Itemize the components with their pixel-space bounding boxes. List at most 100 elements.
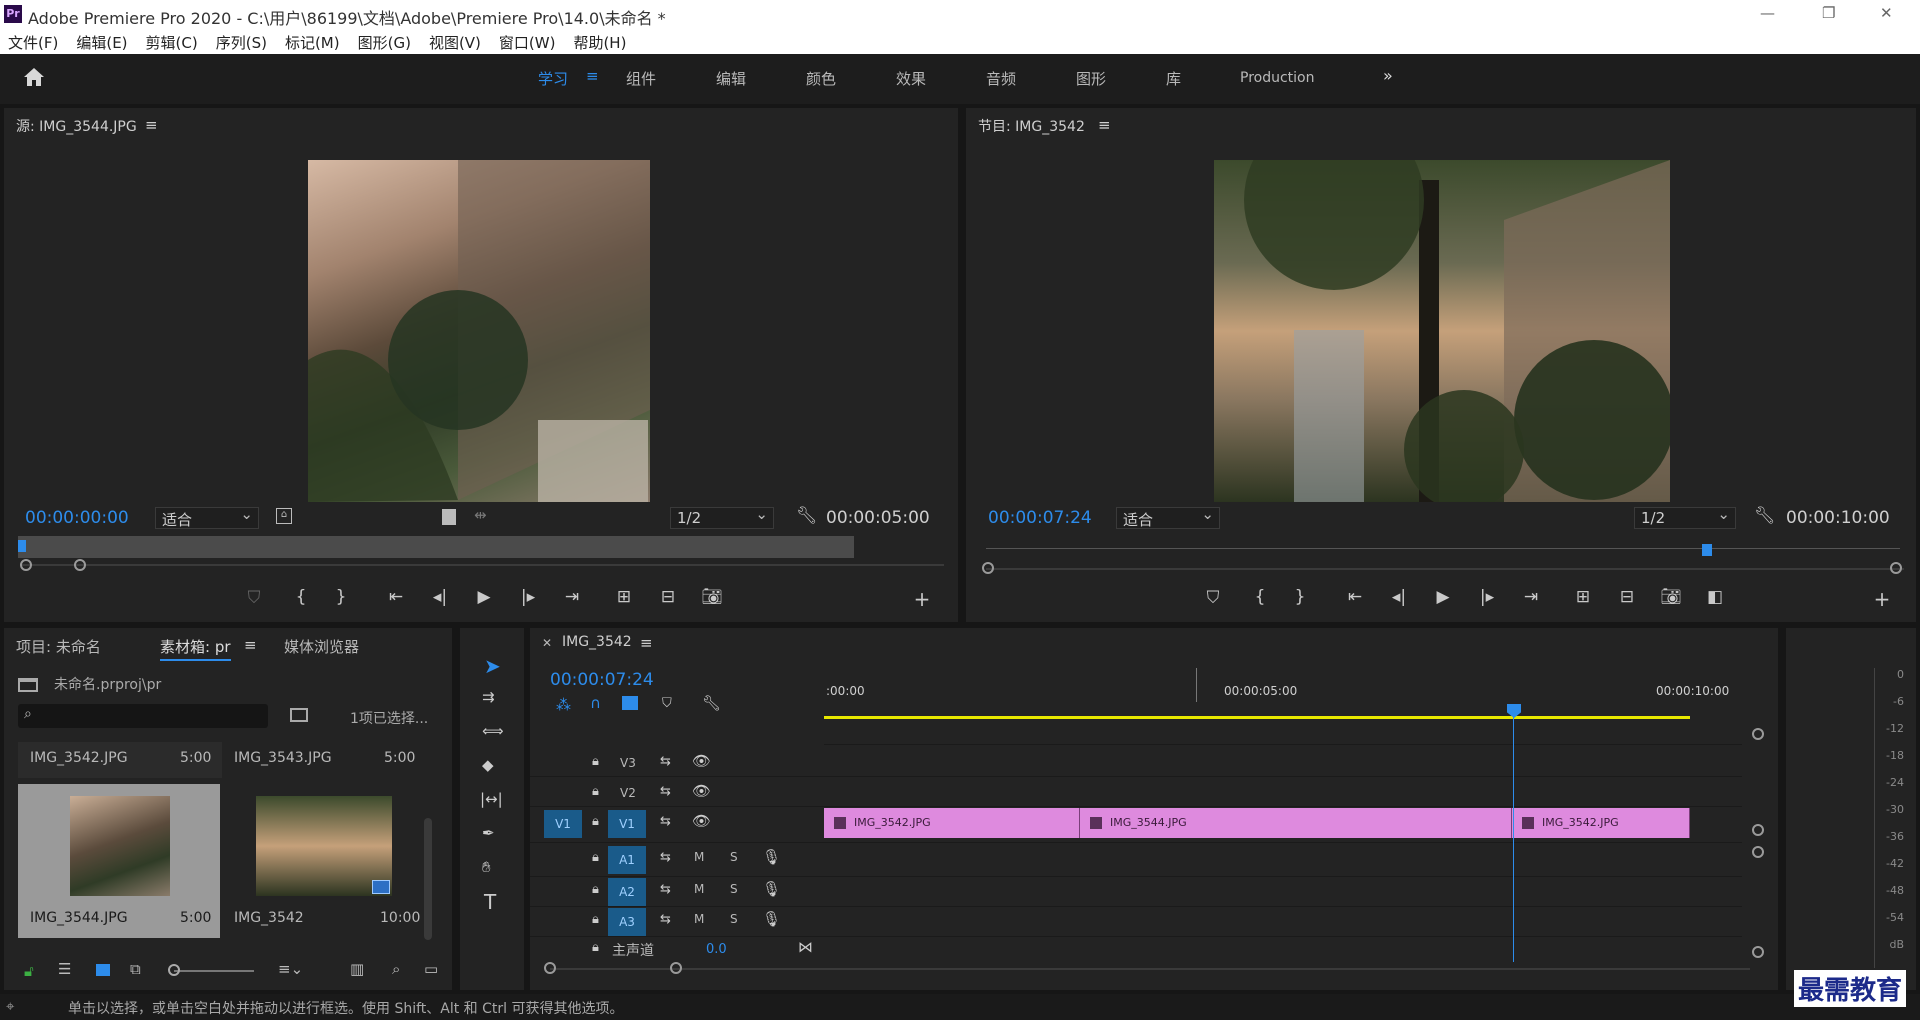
track-label-a2[interactable]: A2 — [608, 878, 646, 906]
program-zoom-scroll[interactable] — [986, 568, 1904, 570]
linked-selection-icon[interactable] — [622, 696, 638, 710]
track-lock-icon[interactable]: 🔒︎ — [592, 784, 599, 799]
timeline-clip[interactable]: IMG_3542.JPG — [1512, 808, 1690, 838]
menu-help[interactable]: 帮助(H) — [573, 32, 626, 53]
menu-file[interactable]: 文件(F) — [8, 32, 58, 53]
track-sync-icon[interactable]: ⇆ — [660, 850, 671, 865]
timeline-clip[interactable]: IMG_3544.JPG — [1080, 808, 1512, 838]
track-sync-icon[interactable]: ⇆ — [660, 882, 671, 897]
drag-video-icon[interactable] — [442, 509, 456, 525]
media-thumbnail[interactable] — [70, 796, 170, 896]
menu-edit[interactable]: 编辑(E) — [76, 32, 127, 53]
selection-tool-icon[interactable]: ➤ — [484, 654, 501, 678]
export-frame-icon[interactable]: 📷︎ — [700, 587, 724, 607]
tab-media-browser[interactable]: 媒体浏览器 — [284, 636, 359, 657]
panel-menu-icon[interactable]: ≡ — [244, 636, 257, 654]
step-back-icon[interactable]: ◂| — [1387, 587, 1411, 607]
source-patch-v1[interactable]: V1 — [544, 810, 582, 838]
track-sync-icon[interactable]: ⇆ — [660, 912, 671, 927]
tab-project[interactable]: 项目: 未命名 — [16, 636, 101, 657]
timeline-clip[interactable]: IMG_3542.JPG — [824, 808, 1080, 838]
mark-out-icon[interactable]: } — [329, 587, 353, 607]
source-resolution-dropdown[interactable]: 1/2 — [670, 505, 774, 529]
new-search-bin-icon[interactable] — [290, 708, 308, 722]
tab-bin[interactable]: 素材箱: pr — [160, 636, 231, 661]
track-sync-icon[interactable]: ⇆ — [660, 754, 671, 769]
panel-menu-icon[interactable]: ≡ — [145, 116, 158, 134]
track-lock-icon[interactable]: 🔒︎ — [592, 882, 599, 897]
zoom-handle-left[interactable] — [982, 562, 994, 574]
settings-wrench-icon[interactable]: 🔧︎ — [1754, 506, 1776, 526]
lift-icon[interactable]: ⊞ — [1571, 587, 1595, 607]
program-timecode[interactable]: 00:00:07:24 — [988, 508, 1092, 528]
workspace-tab-learn[interactable]: 学习 — [538, 68, 568, 89]
overwrite-icon[interactable]: ⊟ — [656, 587, 680, 607]
button-editor-icon[interactable]: + — [910, 587, 934, 611]
mute-button[interactable]: M — [694, 850, 704, 864]
project-scrollbar[interactable] — [424, 818, 432, 940]
step-back-icon[interactable]: ◂| — [428, 587, 452, 607]
solo-button[interactable]: S — [730, 912, 738, 926]
timeline-settings-icon[interactable]: 🔧︎ — [702, 694, 721, 712]
zoom-handle-left[interactable] — [20, 559, 32, 571]
program-resolution-dropdown[interactable]: 1/2 — [1634, 505, 1736, 529]
timeline-h-scroll[interactable] — [550, 968, 1750, 970]
h-scroll-handle-right[interactable] — [670, 962, 682, 974]
new-bin-icon[interactable]: ▭ — [424, 960, 438, 978]
program-video-frame[interactable] — [1214, 110, 1674, 510]
go-to-in-icon[interactable]: ⇤ — [384, 587, 408, 607]
search-input[interactable] — [18, 704, 268, 728]
track-lock-icon[interactable]: 🔒︎ — [592, 754, 599, 769]
minimize-button[interactable]: — — [1760, 4, 1775, 22]
workspace-tab-production[interactable]: Production — [1240, 70, 1314, 86]
icon-view-icon[interactable] — [96, 964, 110, 976]
razor-tool-icon[interactable]: ◆ — [482, 756, 494, 774]
workspace-tab-effects[interactable]: 效果 — [896, 68, 926, 89]
play-icon[interactable]: ▶ — [472, 587, 496, 607]
master-volume-value[interactable]: 0.0 — [706, 942, 727, 957]
pen-tool-icon[interactable]: ✒ — [482, 824, 495, 842]
mark-out-icon[interactable]: } — [1288, 587, 1312, 607]
snap-icon[interactable]: ∩ — [590, 694, 601, 712]
comparison-view-icon[interactable]: ◧ — [1703, 587, 1727, 607]
track-label-a3[interactable]: A3 — [608, 908, 646, 936]
workspace-tab-color[interactable]: 颜色 — [806, 68, 836, 89]
v-scroll-handle[interactable] — [1752, 824, 1764, 836]
track-label-v2[interactable]: V2 — [620, 786, 636, 800]
source-zoom-scroll[interactable] — [20, 564, 944, 566]
mark-in-icon[interactable]: { — [1248, 587, 1272, 607]
insert-export-icon[interactable]: ⌂ — [276, 508, 292, 524]
zoom-handle-right[interactable] — [1890, 562, 1902, 574]
source-scrub-bar[interactable] — [18, 536, 854, 558]
insert-icon[interactable]: ⊞ — [612, 587, 636, 607]
panel-menu-icon[interactable]: ≡ — [640, 634, 653, 652]
menu-window[interactable]: 窗口(W) — [499, 32, 556, 53]
workspace-tab-editing[interactable]: 编辑 — [716, 68, 746, 89]
export-frame-icon[interactable]: 📷︎ — [1659, 587, 1683, 607]
mute-button[interactable]: M — [694, 912, 704, 926]
source-monitor-title[interactable]: 源: IMG_3544.JPG — [16, 116, 137, 136]
track-label-v1[interactable]: V1 — [608, 810, 646, 838]
lock-icon[interactable]: 🔓︎ — [24, 962, 34, 980]
voiceover-mic-icon[interactable]: 🎙︎ — [762, 848, 781, 866]
track-lock-icon[interactable]: 🔒︎ — [592, 814, 599, 829]
add-marker-icon[interactable]: ⛉ — [1201, 588, 1225, 608]
track-eye-icon[interactable]: 👁︎ — [692, 782, 711, 800]
home-icon[interactable] — [22, 66, 46, 88]
program-playhead[interactable] — [1702, 544, 1712, 556]
hand-tool-icon[interactable]: ✋︎ — [482, 858, 491, 876]
workspace-tab-libraries[interactable]: 库 — [1166, 68, 1181, 89]
button-editor-icon[interactable]: + — [1870, 587, 1894, 611]
track-label-a1[interactable]: A1 — [608, 846, 646, 874]
step-forward-icon[interactable]: |▸ — [1475, 587, 1499, 607]
menu-sequence[interactable]: 序列(S) — [216, 32, 267, 53]
timeline-timecode[interactable]: 00:00:07:24 — [550, 670, 654, 690]
play-icon[interactable]: ▶ — [1431, 587, 1455, 607]
track-lock-icon[interactable]: 🔒︎ — [592, 940, 599, 955]
freeform-view-icon[interactable]: ⧉ — [130, 960, 141, 978]
menu-graphics[interactable]: 图形(G) — [358, 32, 411, 53]
solo-button[interactable]: S — [730, 882, 738, 896]
extract-icon[interactable]: ⊟ — [1615, 587, 1639, 607]
menu-clip[interactable]: 剪辑(C) — [146, 32, 198, 53]
go-to-next-edit-icon[interactable]: ⋈ — [798, 938, 813, 956]
